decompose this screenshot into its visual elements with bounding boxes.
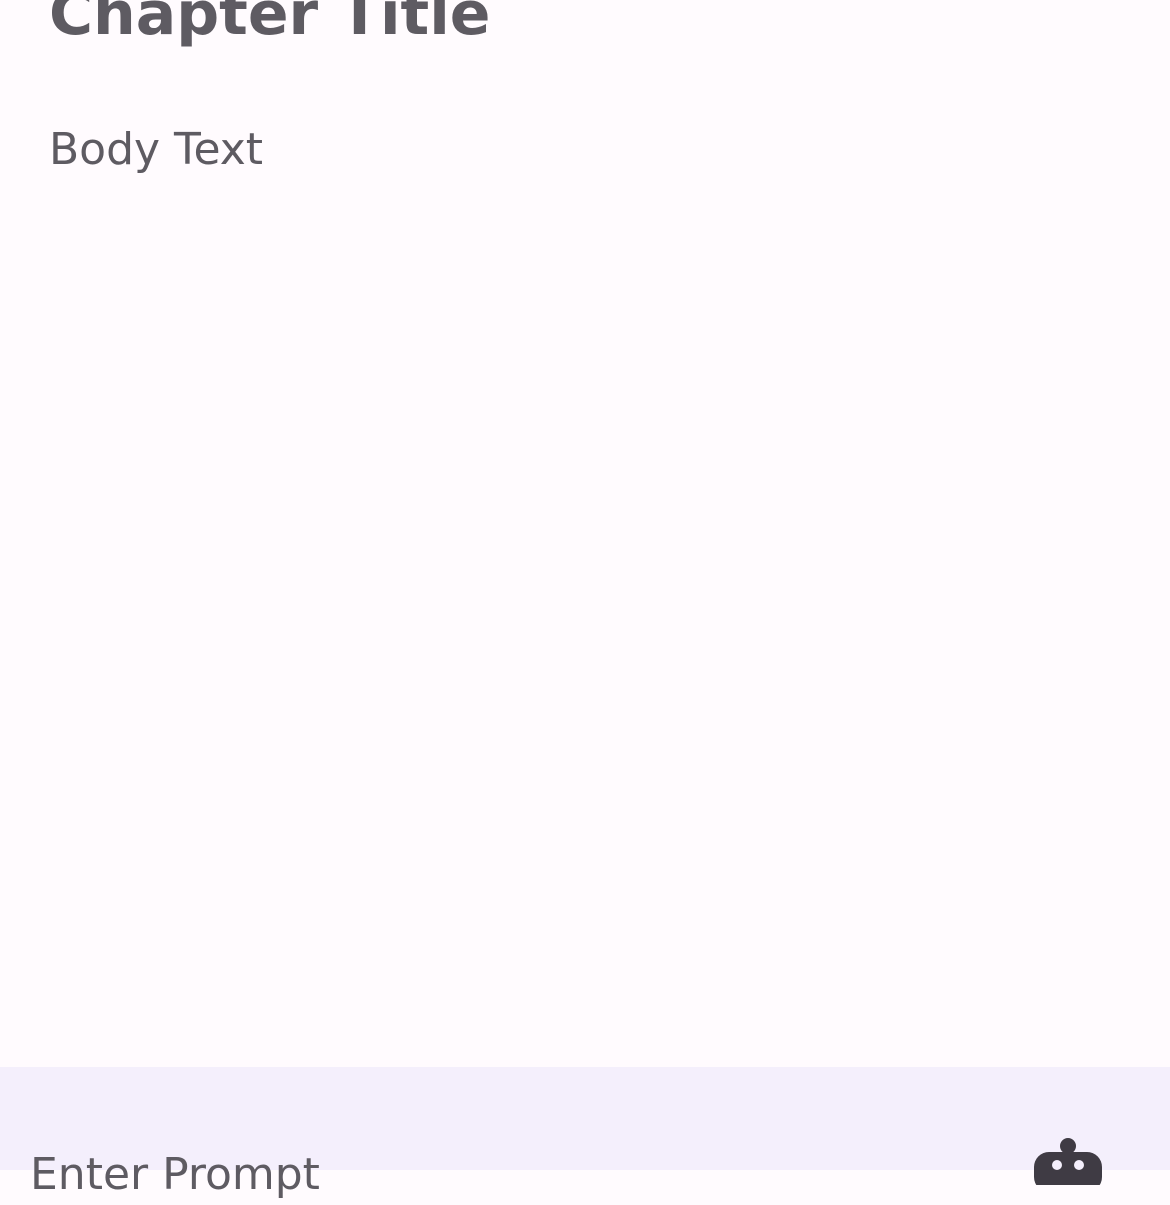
prompt-bar	[0, 1067, 1170, 1205]
chapter-title: Chapter Title	[49, 0, 491, 49]
generate-button[interactable]	[1030, 1135, 1106, 1185]
chapter-content: Chapter Title Body Text	[0, 0, 1170, 1067]
robot-icon	[1034, 1138, 1102, 1185]
prompt-input[interactable]	[30, 1145, 930, 1205]
chapter-body-text: Body Text	[49, 124, 264, 175]
